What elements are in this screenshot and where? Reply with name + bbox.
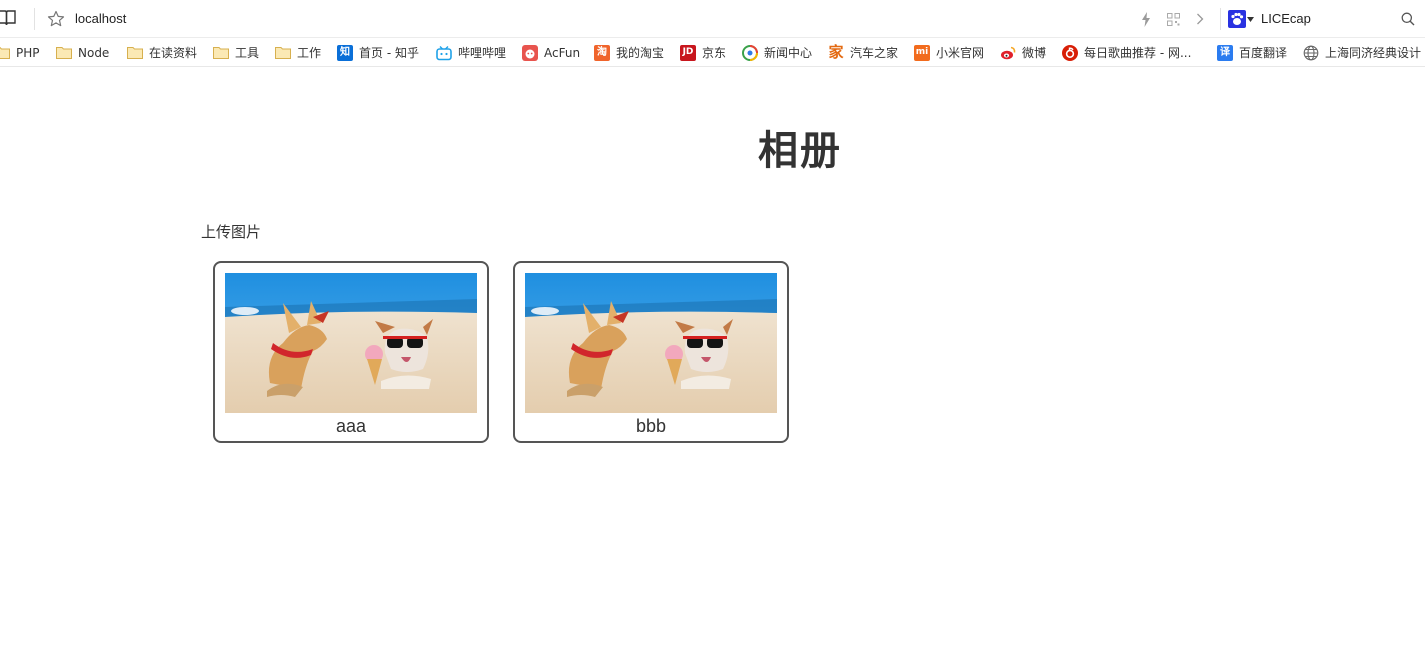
globe-icon [1303,45,1319,60]
baidu-translate-icon: 译 [1217,44,1233,61]
dogs-on-beach-photo[interactable] [225,273,477,413]
bookmark-xiaomi[interactable]: mi 小米官网 [914,38,985,66]
browser-toolbar: localhost LICEcap [0,0,1425,38]
bookmark-taobao[interactable]: 淘 我的淘宝 [594,38,665,66]
dogs-on-beach-photo[interactable] [525,273,777,413]
bookmark-label: PHP [16,45,40,60]
folder-icon [213,47,229,59]
bookmark-bilibili[interactable]: 哔哩哔哩 [436,38,507,66]
photo-caption: bbb [635,416,667,436]
bookmark-label: 首页 - 知乎 [359,46,419,60]
folder-icon [275,47,291,59]
taobao-icon: 淘 [594,44,610,61]
photo-card[interactable]: bbb [513,261,789,443]
toolbar-divider [34,8,35,30]
bookmark-label: 新闻中心 [764,46,813,60]
bookmark-label: 在读资料 [149,46,198,60]
bilibili-icon [436,45,452,60]
bookmark-zhihu[interactable]: 知 首页 - 知乎 [337,38,419,66]
address-url[interactable]: localhost [75,11,126,26]
caret-down-icon[interactable] [1247,17,1254,22]
bookmark-tools[interactable]: 工具 [213,38,260,66]
netease-music-icon [1062,44,1078,61]
qr-code-icon[interactable] [1167,13,1180,26]
upload-image-button[interactable]: 上传图片 [201,221,261,242]
bookmark-label: 工具 [235,46,260,60]
bookmark-work[interactable]: 工作 [275,38,322,66]
bookmark-netease-music[interactable]: 每日歌曲推荐 - 网... [1062,38,1192,66]
jd-icon: JD [680,44,696,61]
bookmark-php[interactable]: PHP [0,38,40,66]
bookmark-node[interactable]: Node [56,38,110,66]
bookmark-label: 京东 [702,46,727,60]
bookmark-label: 汽车之家 [850,46,899,60]
page-title: 相册 [758,128,842,174]
bookmark-label: 工作 [297,46,322,60]
bookmark-label: 上海同济经典设计 [1325,46,1422,60]
baidu-paw-icon[interactable] [1228,10,1246,28]
autohome-icon: 家 [828,43,844,61]
star-icon[interactable] [47,10,65,28]
bookmark-news[interactable]: 新闻中心 [742,38,813,66]
weibo-icon [1001,46,1016,59]
bookmark-label: AcFun [544,45,581,60]
folder-icon [127,47,143,59]
bookmark-label: 每日歌曲推荐 - 网... [1084,46,1192,60]
bookmark-label: 我的淘宝 [616,46,665,60]
bookmark-label: 百度翻译 [1239,46,1288,60]
bookmark-label: 微博 [1022,46,1047,60]
bookmark-acfun[interactable]: AcFun [522,38,581,66]
book-icon[interactable] [0,10,16,26]
folder-icon [0,47,10,59]
xiaomi-icon: mi [914,44,930,61]
zhihu-icon: 知 [337,44,353,61]
bookmark-baidu-translate[interactable]: 译 百度翻译 [1217,38,1288,66]
bolt-icon[interactable] [1141,12,1151,27]
bookmark-reading[interactable]: 在读资料 [127,38,198,66]
bookmarks-bar: PHP Node 在读资料 工具 工作 知 首页 - 知乎 哔哩哔哩 AcFun… [0,38,1425,67]
bookmark-weibo[interactable]: 微博 [1000,38,1047,66]
acfun-icon [522,44,538,61]
photo-caption: aaa [335,416,367,436]
search-icon[interactable] [1401,12,1415,26]
bookmark-label: Node [78,45,110,60]
photo-card[interactable]: aaa [213,261,489,443]
bookmark-jd[interactable]: JD 京东 [680,38,727,66]
toolbar-divider [1220,8,1221,30]
chevron-right-icon[interactable] [1196,13,1204,25]
news-center-icon [742,44,758,61]
bookmark-label: 哔哩哔哩 [458,46,507,60]
search-engine-input[interactable]: LICEcap [1261,11,1311,26]
bookmark-tongji-design[interactable]: 上海同济经典设计 [1303,38,1422,66]
folder-icon [56,47,72,59]
bookmark-label: 小米官网 [936,46,985,60]
bookmark-autohome[interactable]: 家 汽车之家 [828,38,899,66]
